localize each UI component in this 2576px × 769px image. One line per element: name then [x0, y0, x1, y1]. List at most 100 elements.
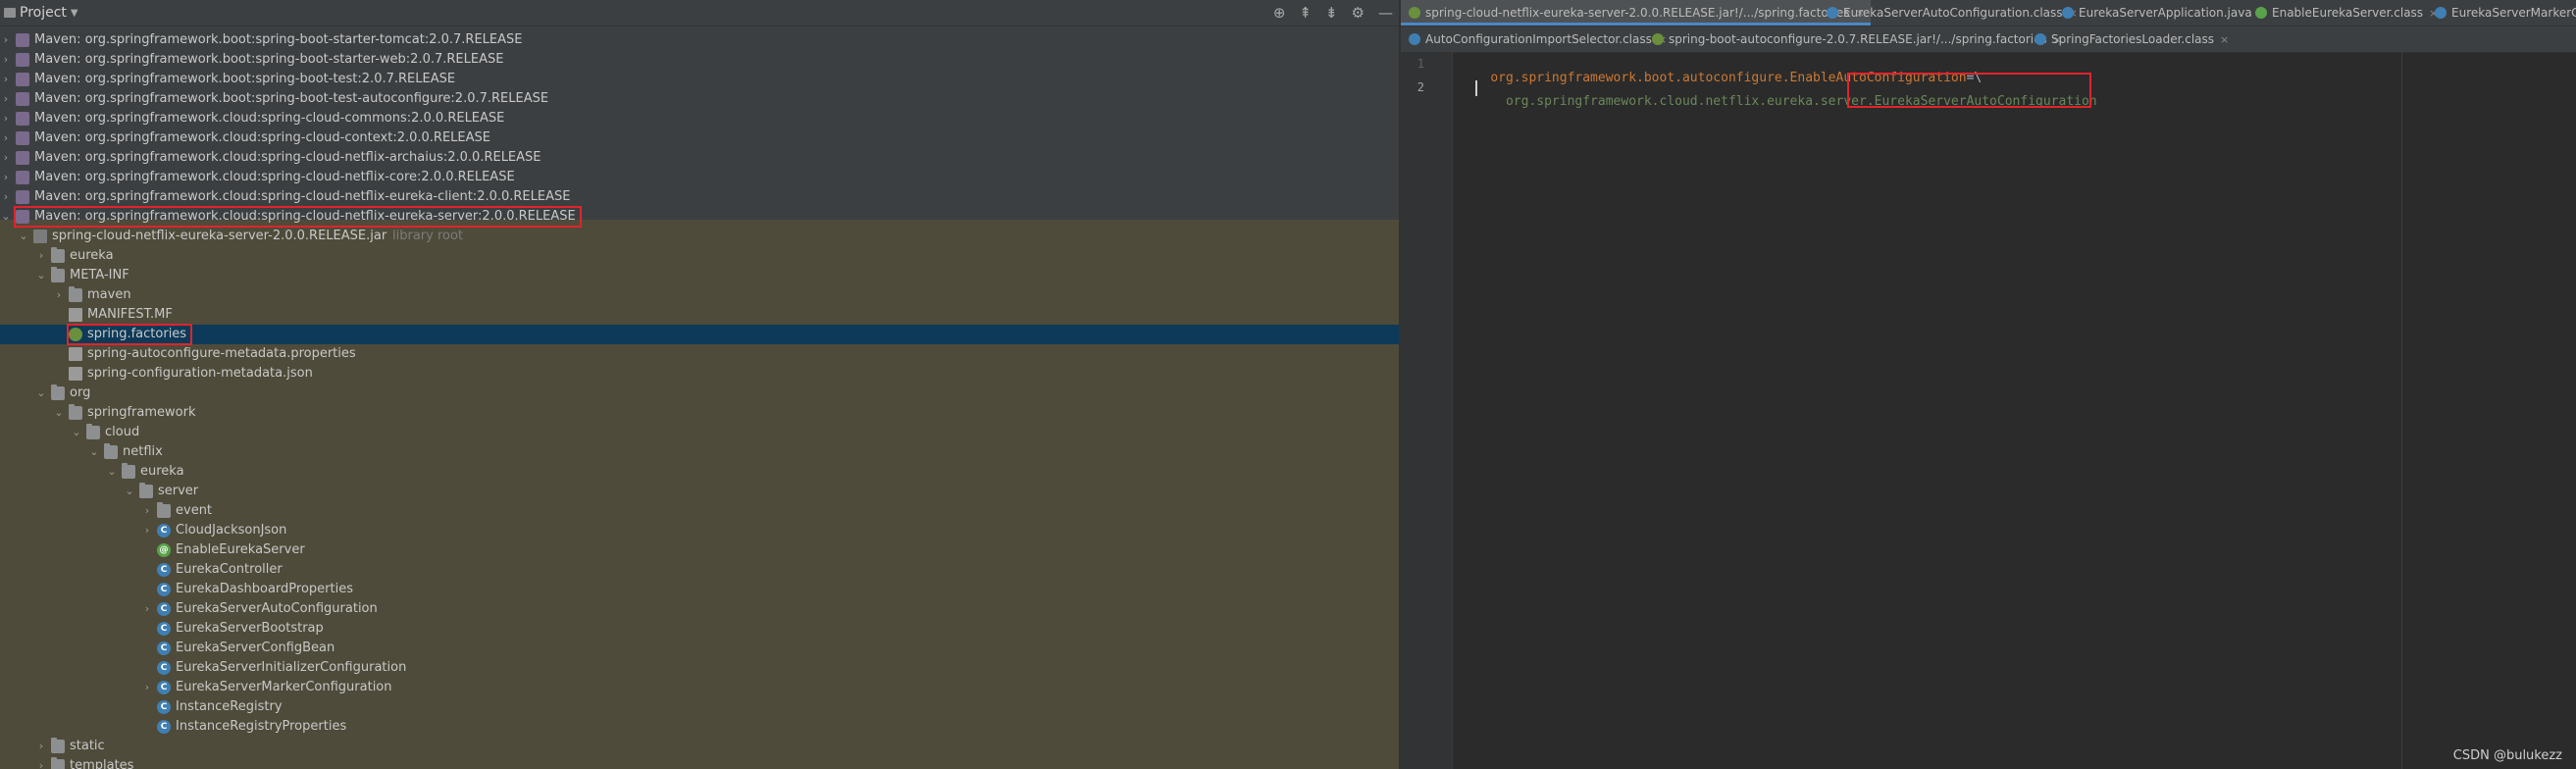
editor-tab[interactable]: spring-boot-autoconfigure-2.0.7.RELEASE.… — [1644, 26, 2068, 52]
chevron-right-icon[interactable]: › — [0, 187, 12, 207]
tree-row[interactable]: › Maven: org.springframework.cloud:spring… — [0, 148, 1399, 168]
tree-row[interactable]: C EurekaServerConfigBean — [0, 639, 1399, 658]
tree-row[interactable]: ⌄ org — [0, 384, 1399, 403]
chevron-right-icon[interactable]: › — [35, 246, 47, 266]
tree-row[interactable]: › Maven: org.springframework.cloud:spring… — [0, 109, 1399, 128]
chevron-right-icon[interactable]: › — [0, 109, 12, 128]
minimize-icon[interactable]: — — [1378, 4, 1393, 22]
tree-row[interactable]: ⌄ netflix — [0, 442, 1399, 462]
tree-row[interactable]: ⌄ spring-cloud-netflix-eureka-server-2.0.… — [0, 227, 1399, 246]
tree-row[interactable]: › Maven: org.springframework.boot:spring-… — [0, 89, 1399, 109]
tree-row[interactable]: ⌄ META-INF — [0, 266, 1399, 285]
property-value-class: EurekaServerAutoConfiguration — [1874, 94, 2097, 109]
tree-row-label: InstanceRegistry — [176, 699, 283, 714]
chevron-down-icon[interactable]: ⌄ — [88, 442, 100, 462]
tree-row[interactable]: › Maven: org.springframework.cloud:spring… — [0, 128, 1399, 148]
tree-row-label: Maven: org.springframework.boot:spring-b… — [34, 52, 504, 67]
gear-icon[interactable]: ⚙ — [1352, 4, 1365, 22]
tree-row[interactable]: C EurekaDashboardProperties — [0, 580, 1399, 599]
tree-row[interactable]: C InstanceRegistryProperties — [0, 717, 1399, 737]
tree-row-label: EurekaServerInitializerConfiguration — [176, 660, 407, 675]
tree-row[interactable]: › C EurekaServerMarkerConfiguration — [0, 678, 1399, 697]
code-line-2[interactable]: org.springframework.cloud.netflix.eureka… — [1460, 79, 2097, 124]
chevron-right-icon[interactable]: › — [0, 30, 12, 50]
class-icon: C — [157, 641, 171, 655]
chevron-right-icon[interactable]: › — [0, 168, 12, 187]
tree-row[interactable]: spring-autoconfigure-metadata.properties — [0, 344, 1399, 364]
tree-row[interactable]: ⌄ server — [0, 482, 1399, 501]
tree-row[interactable]: › static — [0, 737, 1399, 756]
chevron-right-icon[interactable]: › — [141, 678, 153, 697]
tree-row[interactable]: C EurekaServerBootstrap — [0, 619, 1399, 639]
tree-row[interactable]: › templates — [0, 756, 1399, 769]
chevron-right-icon[interactable]: › — [0, 50, 12, 70]
tree-row[interactable]: › Maven: org.springframework.boot:spring-… — [0, 50, 1399, 70]
crosshair-icon[interactable]: ⊕ — [1273, 4, 1286, 22]
editor-tab[interactable]: EnableEurekaServer.class × — [2247, 0, 2444, 26]
tree-row[interactable]: C InstanceRegistry — [0, 697, 1399, 717]
tree-row[interactable]: MANIFEST.MF — [0, 305, 1399, 325]
editor-tab[interactable]: EurekaServerApplication.java× — [2054, 0, 2273, 26]
tree-row[interactable]: ⌄ springframework — [0, 403, 1399, 423]
chevron-down-icon[interactable]: ⌄ — [35, 384, 47, 403]
tree-row[interactable]: spring-configuration-metadata.json — [0, 364, 1399, 384]
tree-row[interactable]: › eureka — [0, 246, 1399, 266]
chevron-down-icon[interactable]: ⌄ — [0, 207, 12, 227]
chevron-right-icon[interactable]: › — [0, 148, 12, 168]
maven-library-icon — [16, 92, 29, 106]
maven-library-icon — [16, 53, 29, 67]
tree-row[interactable]: › Maven: org.springframework.cloud:spring… — [0, 168, 1399, 187]
maven-library-icon — [16, 131, 29, 145]
spring-leaf-icon — [69, 328, 82, 341]
chevron-right-icon[interactable]: › — [35, 756, 47, 769]
chevron-right-icon[interactable]: › — [0, 70, 12, 89]
tree-row-label: EurekaServerMarkerConfiguration — [176, 680, 392, 694]
chevron-right-icon[interactable]: › — [53, 285, 65, 305]
chevron-right-icon[interactable]: › — [0, 128, 12, 148]
tree-row-label: EurekaDashboardProperties — [176, 582, 354, 596]
tree-row-label: MANIFEST.MF — [87, 307, 173, 322]
chevron-right-icon[interactable]: › — [141, 501, 153, 521]
class-icon: C — [157, 720, 171, 734]
tree-row[interactable]: › Maven: org.springframework.boot:spring-… — [0, 70, 1399, 89]
chevron-down-icon[interactable]: ⌄ — [106, 462, 118, 482]
project-view-selector[interactable]: Project ▼ — [4, 5, 78, 21]
chevron-right-icon[interactable]: › — [141, 521, 153, 540]
collapse-all-icon[interactable]: ⇞ — [1299, 4, 1312, 22]
tree-row[interactable]: › Maven: org.springframework.cloud:spring… — [0, 187, 1399, 207]
tree-row[interactable]: › C EurekaServerAutoConfiguration — [0, 599, 1399, 619]
maven-library-icon — [16, 210, 29, 224]
chevron-right-icon[interactable]: › — [0, 89, 12, 109]
editor-tab[interactable]: AutoConfigurationImportSelector.class× — [1401, 26, 1673, 52]
tree-row[interactable]: › Maven: org.springframework.boot:spring-… — [0, 30, 1399, 50]
file-type-icon — [1652, 33, 1664, 45]
editor-tab[interactable]: SpringFactoriesLoader.class × — [2027, 26, 2235, 52]
tree-row-label: CloudJacksonJson — [176, 523, 287, 538]
annotation-icon: @ — [157, 543, 171, 557]
tree-row[interactable]: ⌄ cloud — [0, 423, 1399, 442]
chevron-down-icon[interactable]: ⌄ — [124, 482, 135, 501]
chevron-right-icon[interactable]: › — [141, 599, 153, 619]
expand-icon[interactable]: ⇟ — [1325, 4, 1338, 22]
tree-row[interactable]: › maven — [0, 285, 1399, 305]
editor-tab[interactable]: EurekaServerAutoConfiguration.class× — [1819, 0, 2084, 26]
tree-row[interactable]: › event — [0, 501, 1399, 521]
editor-tab[interactable]: EurekaServerMarkerConfi× — [2427, 0, 2576, 26]
chevron-down-icon[interactable]: ⌄ — [71, 423, 82, 442]
chevron-down-icon[interactable]: ⌄ — [53, 403, 65, 423]
tree-row[interactable]: spring.factories — [0, 325, 1399, 344]
close-icon[interactable]: × — [2220, 33, 2229, 46]
chevron-right-icon[interactable]: › — [35, 737, 47, 756]
editor-tab[interactable]: spring-cloud-netflix-eureka-server-2.0.0… — [1401, 0, 1871, 26]
chevron-down-icon[interactable]: ⌄ — [35, 266, 47, 285]
class-icon: C — [157, 622, 171, 636]
tree-row[interactable]: ⌄ Maven: org.springframework.cloud:spring… — [0, 207, 1399, 227]
tree-row[interactable]: ⌄ eureka — [0, 462, 1399, 482]
tree-row-label: Maven: org.springframework.boot:spring-b… — [34, 72, 456, 86]
file-type-icon — [1827, 7, 1838, 19]
tree-row[interactable]: › C CloudJacksonJson — [0, 521, 1399, 540]
tree-row[interactable]: C EurekaServerInitializerConfiguration — [0, 658, 1399, 678]
tree-row[interactable]: C EurekaController — [0, 560, 1399, 580]
tree-row[interactable]: @ EnableEurekaServer — [0, 540, 1399, 560]
chevron-down-icon[interactable]: ⌄ — [18, 227, 29, 246]
